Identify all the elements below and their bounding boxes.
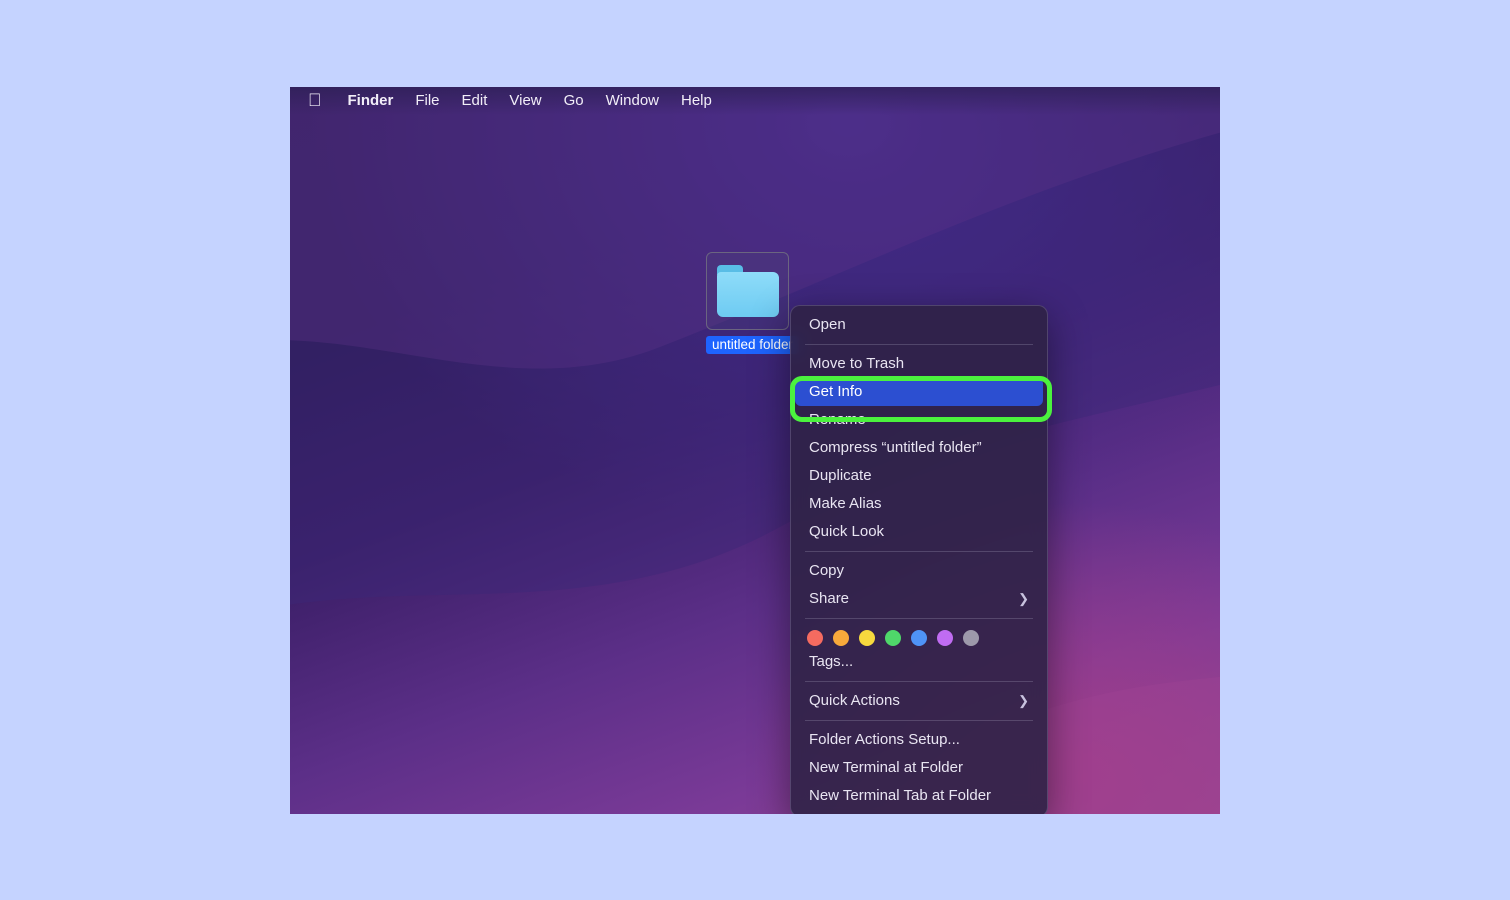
ctx-compress[interactable]: Compress “untitled folder” — [791, 434, 1047, 462]
menubar-edit[interactable]: Edit — [462, 92, 488, 109]
folder-label[interactable]: untitled folder — [706, 336, 799, 354]
ctx-separator — [805, 551, 1033, 552]
ctx-separator — [805, 618, 1033, 619]
menubar-app-name[interactable]: Finder — [348, 92, 394, 109]
tag-green[interactable] — [885, 630, 901, 646]
desktop-folder-untitled[interactable]: untitled folder — [706, 252, 789, 355]
chevron-right-icon: ❯ — [1018, 691, 1029, 711]
ctx-open[interactable]: Open — [791, 311, 1047, 339]
ctx-duplicate[interactable]: Duplicate — [791, 462, 1047, 490]
ctx-rename[interactable]: Rename — [791, 406, 1047, 434]
folder-selection — [706, 252, 789, 330]
menubar-view[interactable]: View — [509, 92, 541, 109]
ctx-separator — [805, 681, 1033, 682]
ctx-new-terminal-tab-at-folder[interactable]: New Terminal Tab at Folder — [791, 782, 1047, 810]
ctx-get-info[interactable]: Get Info — [795, 378, 1043, 406]
tag-yellow[interactable] — [859, 630, 875, 646]
ctx-separator — [805, 344, 1033, 345]
apple-menu-icon[interactable]:  — [308, 90, 322, 111]
menubar-help[interactable]: Help — [681, 92, 712, 109]
folder-icon — [717, 265, 779, 317]
ctx-separator — [805, 720, 1033, 721]
menubar-window[interactable]: Window — [606, 92, 659, 109]
tag-blue[interactable] — [911, 630, 927, 646]
menubar-go[interactable]: Go — [564, 92, 584, 109]
tag-none[interactable] — [963, 630, 979, 646]
context-menu: Open Move to Trash Get Info Rename Compr… — [790, 305, 1048, 814]
ctx-folder-actions-setup[interactable]: Folder Actions Setup... — [791, 726, 1047, 754]
ctx-copy[interactable]: Copy — [791, 557, 1047, 585]
menubar:  Finder File Edit View Go Window Help — [290, 87, 1220, 115]
macos-desktop[interactable]:  Finder File Edit View Go Window Help u… — [290, 87, 1220, 814]
tag-red[interactable] — [807, 630, 823, 646]
ctx-make-alias[interactable]: Make Alias — [791, 490, 1047, 518]
ctx-share[interactable]: Share ❯ — [791, 585, 1047, 613]
ctx-tag-colors — [791, 624, 1047, 648]
ctx-quick-look[interactable]: Quick Look — [791, 518, 1047, 546]
ctx-tags[interactable]: Tags... — [791, 648, 1047, 676]
menubar-file[interactable]: File — [415, 92, 439, 109]
ctx-quick-actions[interactable]: Quick Actions ❯ — [791, 687, 1047, 715]
ctx-move-to-trash[interactable]: Move to Trash — [791, 350, 1047, 378]
tag-purple[interactable] — [937, 630, 953, 646]
ctx-new-terminal-at-folder[interactable]: New Terminal at Folder — [791, 754, 1047, 782]
tag-orange[interactable] — [833, 630, 849, 646]
chevron-right-icon: ❯ — [1018, 589, 1029, 609]
